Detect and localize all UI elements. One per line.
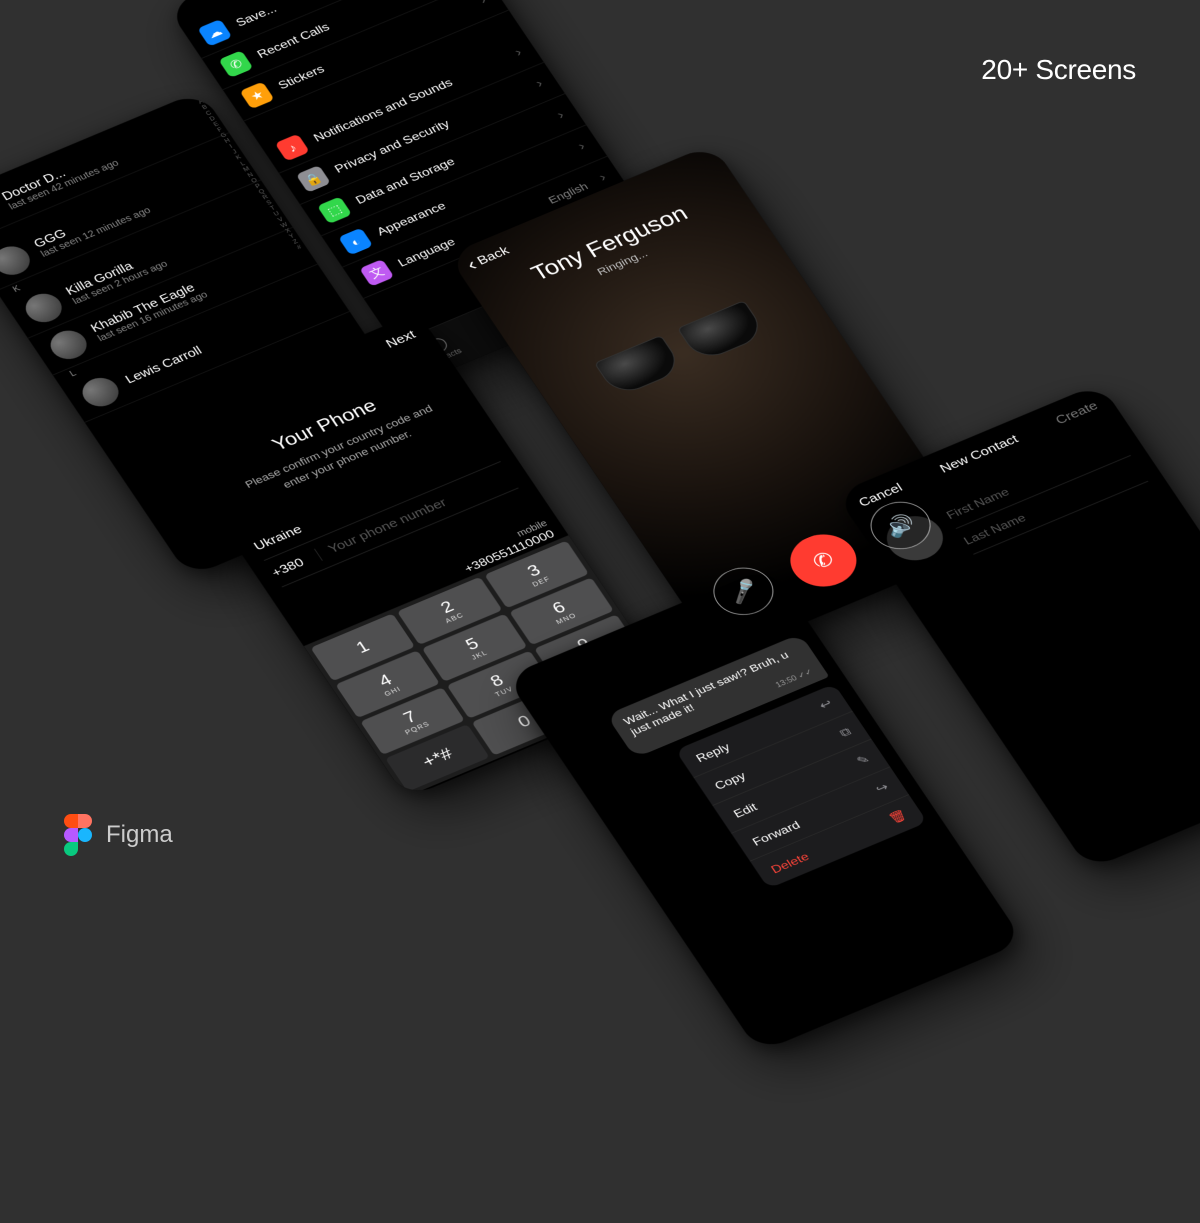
key-digit: 2: [438, 598, 457, 616]
settings-icon: ☁: [197, 19, 232, 47]
menu-label: Edit: [730, 800, 759, 820]
dial-code[interactable]: +380: [269, 549, 323, 580]
avatar-icon: [76, 373, 125, 411]
key-digit: +*#: [419, 745, 455, 770]
settings-icon: ★: [239, 82, 274, 110]
last-name-field[interactable]: Last Name: [956, 456, 1148, 555]
avatar-icon: [44, 326, 93, 364]
hangup-icon: ✆: [808, 547, 839, 575]
avatar-icon: [19, 289, 68, 327]
menu-label: Copy: [712, 769, 748, 792]
context-menu: Reply ↩ Copy ⧉ Edit ✎ Forward ↪ Delete 🗑: [675, 684, 927, 889]
settings-icon: 文: [359, 259, 394, 287]
key-letters: DEF: [531, 575, 552, 588]
key-letters: JKL: [470, 649, 489, 661]
keypad-key[interactable]: 1: [310, 613, 415, 681]
settings-icon: ♪: [275, 134, 310, 162]
menu-icon: ✎: [854, 752, 872, 768]
new-contact-title: New Contact: [937, 432, 1021, 476]
menu-label: Delete: [768, 849, 811, 875]
settings-icon: 🔒: [296, 165, 331, 193]
settings-icon: ✆: [218, 50, 253, 78]
key-digit: 1: [353, 638, 372, 656]
menu-icon: ↩: [816, 696, 834, 712]
end-call-button[interactable]: ✆: [779, 525, 868, 595]
menu-icon: ↪: [873, 780, 891, 796]
menu-icon: 🗑: [886, 808, 910, 826]
menu-icon: ⧉: [837, 724, 854, 740]
menu-label: Reply: [693, 740, 732, 764]
settings-icon: ⬚: [317, 196, 352, 224]
menu-label: Forward: [749, 818, 802, 848]
avatar-icon: [0, 241, 36, 279]
settings-icon: ◐: [338, 228, 373, 256]
create-button[interactable]: Create: [1053, 399, 1101, 427]
